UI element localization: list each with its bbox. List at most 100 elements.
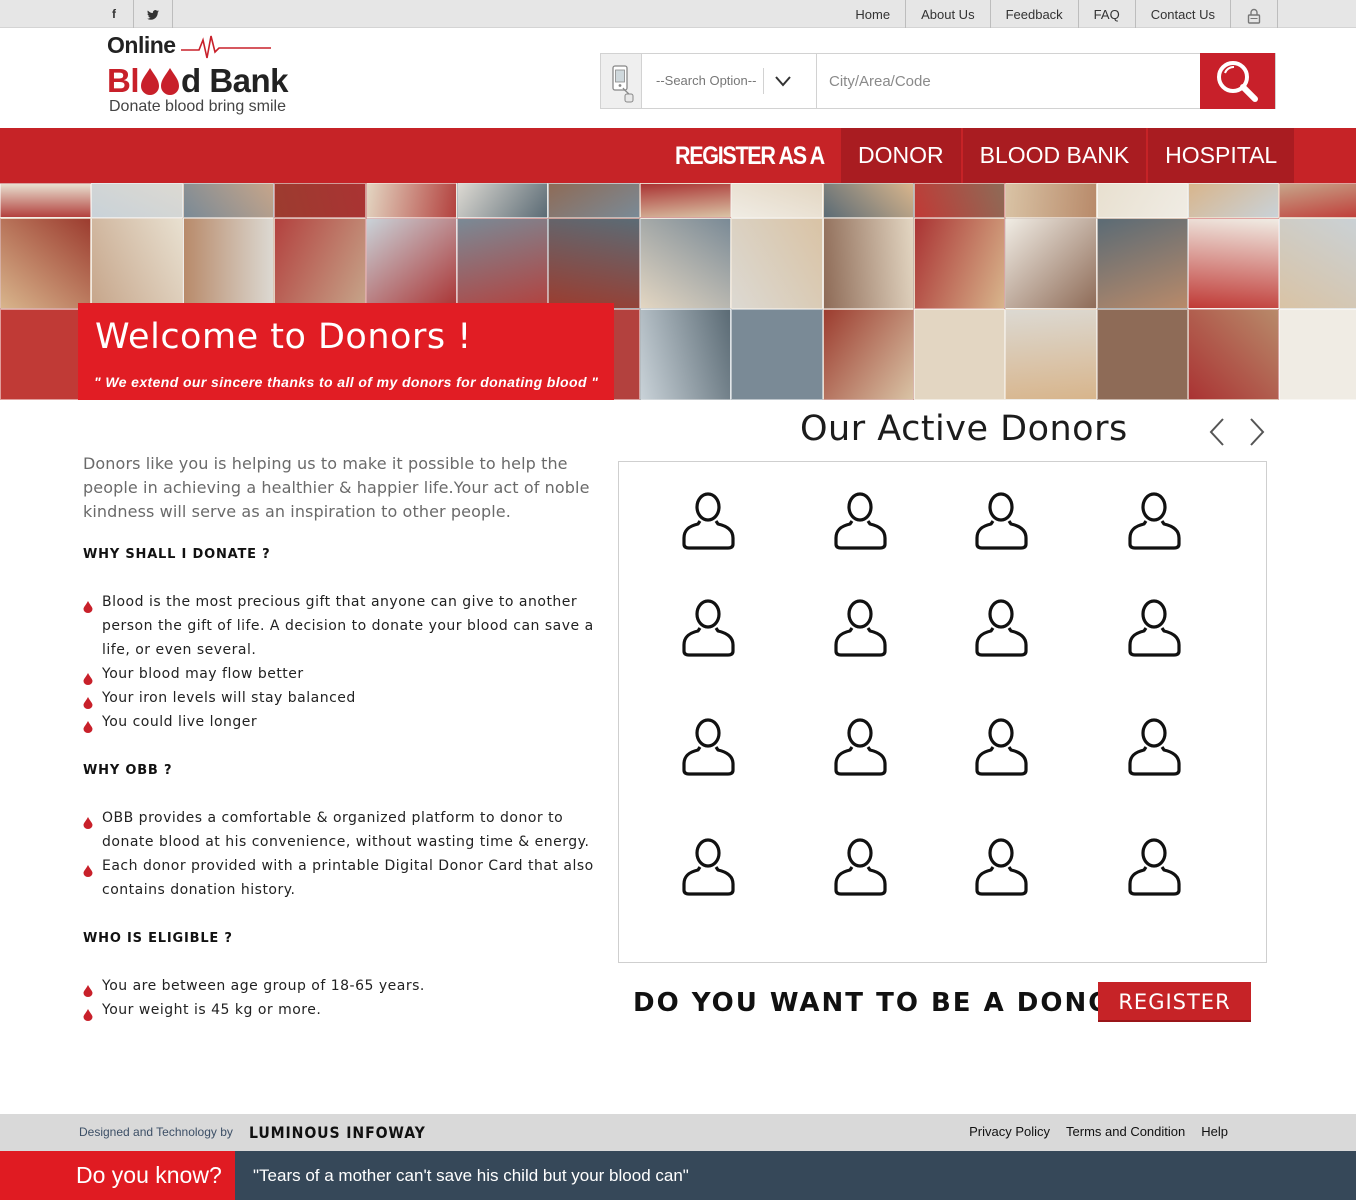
donor-avatar-icon[interactable]: [833, 597, 889, 659]
section-heading-why-donate: WHY SHALL I DONATE ?: [83, 547, 271, 562]
blood-drop-icon: [83, 1005, 93, 1029]
donor-avatar-icon[interactable]: [833, 490, 889, 552]
chevron-down-icon: [775, 76, 791, 87]
banner-photo-tile: [913, 218, 1006, 309]
twitter-icon[interactable]: [134, 0, 173, 28]
banner-photo-tile: [1188, 309, 1280, 400]
top-bar: f Home About Us Feedback FAQ Contact Us: [0, 0, 1356, 28]
donor-avatar-icon[interactable]: [974, 597, 1030, 659]
banner-photo-tile: [182, 218, 275, 309]
privacy-policy-link[interactable]: Privacy Policy: [969, 1124, 1050, 1139]
list-item: Your iron levels will stay balanced: [83, 686, 603, 710]
donor-avatar-icon[interactable]: [974, 490, 1030, 552]
list-item: You are between age group of 18-65 years…: [83, 974, 603, 998]
phone-search-icon: [601, 54, 642, 108]
nav-contact-us[interactable]: Contact Us: [1136, 0, 1231, 28]
site-logo[interactable]: Online Bl d Bank Donate blood bring smile: [107, 32, 307, 122]
search-option-select[interactable]: --Search Option--: [642, 54, 817, 108]
hero-banner: Welcome to Donors ! " We extend our sinc…: [0, 183, 1356, 400]
banner-photo-tile: [1279, 183, 1356, 218]
banner-photo-tile: [639, 183, 732, 218]
info-column: Donors like you is helping us to make it…: [83, 452, 613, 1021]
facebook-icon[interactable]: f: [95, 0, 134, 28]
search-button[interactable]: [1200, 53, 1275, 109]
banner-photo-tile: [639, 218, 732, 309]
donor-avatar-icon[interactable]: [1127, 490, 1183, 552]
register-donor-tab[interactable]: DONOR: [841, 128, 963, 183]
eligibility-list: You are between age group of 18-65 years…: [83, 974, 603, 1022]
search-option-label: --Search Option--: [656, 73, 757, 88]
blood-drop-icon: [83, 813, 93, 837]
search-icon: [1217, 61, 1258, 102]
donor-avatar-icon[interactable]: [833, 836, 889, 898]
banner-photo-tile: [91, 218, 183, 309]
lock-icon[interactable]: [1231, 0, 1278, 28]
banner-photo-tile: [822, 218, 914, 309]
blood-drops-icon: [141, 68, 179, 95]
banner-photo-tile: [731, 309, 823, 400]
nav-home[interactable]: Home: [840, 0, 907, 28]
logo-line-blood-bank: Bl d Bank: [107, 62, 289, 100]
terms-link[interactable]: Terms and Condition: [1066, 1124, 1185, 1139]
city-area-code-input[interactable]: [817, 54, 1202, 108]
banner-photo-tile: [913, 309, 1006, 400]
banner-photo-tile: [639, 309, 732, 400]
banner-photo-tile: [1188, 218, 1280, 309]
banner-photo-tile: [822, 183, 914, 218]
donor-avatar-icon[interactable]: [681, 597, 737, 659]
banner-photo-tile: [91, 183, 183, 218]
donor-avatar-icon[interactable]: [681, 490, 737, 552]
banner-photo-tile: [365, 183, 457, 218]
footer-links: Privacy Policy Terms and Condition Help: [969, 1124, 1228, 1139]
social-links: f: [95, 0, 173, 28]
heartbeat-icon: [181, 35, 271, 59]
list-item: Blood is the most precious gift that any…: [83, 590, 603, 662]
top-nav: Home About Us Feedback FAQ Contact Us: [840, 0, 1278, 28]
register-blood-bank-tab[interactable]: BLOOD BANK: [962, 128, 1149, 183]
footer-credit: Designed and Technology by: [79, 1125, 233, 1139]
donor-avatar-icon[interactable]: [681, 716, 737, 778]
logo-line-online: Online: [107, 32, 176, 58]
nav-faq[interactable]: FAQ: [1079, 0, 1136, 28]
banner-photo-tile: [1096, 183, 1189, 218]
banner-photo-tile: [822, 309, 914, 400]
did-you-know-label: Do you know?: [0, 1151, 235, 1200]
blood-drop-icon: [83, 597, 93, 621]
banner-photo-tile: [913, 183, 1006, 218]
donor-avatar-icon[interactable]: [1127, 716, 1183, 778]
banner-photo-tile: [548, 218, 640, 309]
banner-photo-tile: [731, 183, 823, 218]
footer-bar: Designed and Technology by LUMINOUS INFO…: [0, 1114, 1356, 1151]
donor-avatar-icon[interactable]: [833, 716, 889, 778]
banner-photo-tile: [274, 218, 366, 309]
welcome-title: Welcome to Donors !: [95, 317, 472, 357]
register-tabs: DONOR BLOOD BANK HOSPITAL: [841, 128, 1297, 183]
nav-about-us[interactable]: About Us: [906, 0, 991, 28]
carousel-prev-icon[interactable]: [1206, 416, 1228, 448]
banner-photo-tile: [1096, 218, 1189, 309]
donor-avatar-icon[interactable]: [1127, 597, 1183, 659]
banner-photo-tile: [0, 218, 92, 309]
donor-avatar-icon[interactable]: [681, 836, 737, 898]
banner-photo-tile: [182, 183, 275, 218]
carousel-next-icon[interactable]: [1246, 416, 1268, 448]
banner-photo-tile: [274, 183, 366, 218]
banner-photo-tile: [1005, 309, 1097, 400]
banner-photo-tile: [1096, 309, 1189, 400]
register-button[interactable]: REGISTER: [1098, 982, 1251, 1022]
logo-d-bank: d Bank: [181, 62, 289, 99]
register-hospital-tab[interactable]: HOSPITAL: [1148, 128, 1297, 183]
why-obb-list: OBB provides a comfortable & organized p…: [83, 806, 603, 902]
why-donate-list: Blood is the most precious gift that any…: [83, 590, 603, 734]
search-bar: --Search Option--: [600, 53, 1276, 109]
nav-feedback[interactable]: Feedback: [991, 0, 1079, 28]
donor-avatar-icon[interactable]: [974, 716, 1030, 778]
footer-company[interactable]: LUMINOUS INFOWAY: [249, 1123, 426, 1142]
donor-avatar-icon[interactable]: [1127, 836, 1183, 898]
section-heading-who-eligible: WHO IS ELIGIBLE ?: [83, 931, 233, 946]
register-as-label: REGISTER AS A: [675, 142, 825, 170]
welcome-subtitle: " We extend our sincere thanks to all of…: [94, 374, 599, 390]
help-link[interactable]: Help: [1201, 1124, 1228, 1139]
donor-avatar-icon[interactable]: [974, 836, 1030, 898]
banner-photo-tile: [548, 183, 640, 218]
